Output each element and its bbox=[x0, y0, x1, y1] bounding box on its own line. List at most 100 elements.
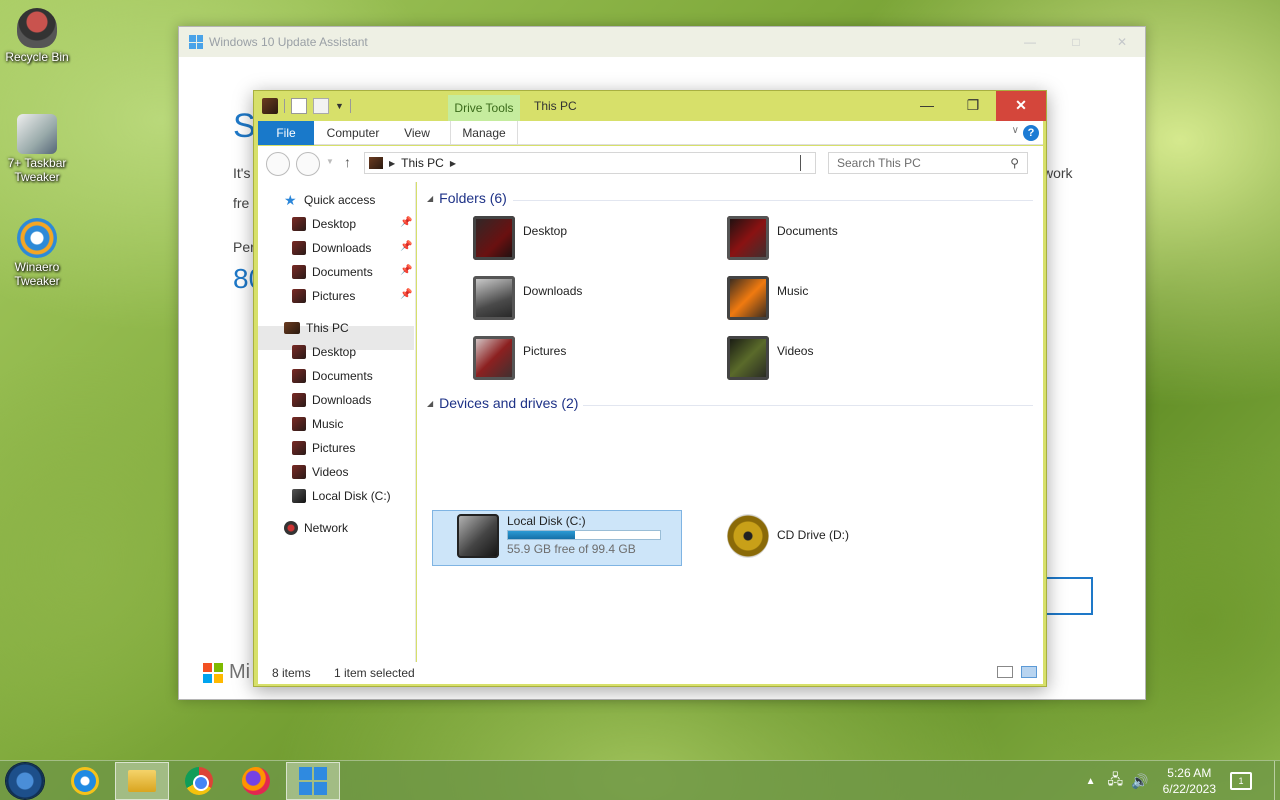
documents-folder-icon bbox=[727, 216, 769, 260]
nav-item-documents[interactable]: Documents bbox=[292, 261, 373, 283]
documents-folder-icon bbox=[292, 369, 306, 383]
group-header-devices[interactable]: ◢ Devices and drives (2) bbox=[427, 395, 578, 411]
folder-music[interactable]: Music bbox=[727, 276, 967, 330]
explorer-titlebar[interactable]: ▼ Drive Tools This PC — ❐ ✕ bbox=[254, 91, 1046, 121]
show-desktop-button[interactable] bbox=[1274, 761, 1280, 800]
collapse-triangle-icon[interactable]: ◢ bbox=[427, 399, 433, 408]
network-tray-icon[interactable]: 🖧 bbox=[1108, 769, 1124, 793]
nav-item-desktop[interactable]: Desktop bbox=[292, 341, 356, 363]
breadcrumb-chevron-icon[interactable]: ▶ bbox=[389, 159, 395, 168]
minimize-button[interactable]: — bbox=[1007, 27, 1053, 57]
update-assistant-titlebar[interactable]: Windows 10 Update Assistant bbox=[179, 27, 1145, 57]
nav-item-pictures[interactable]: Pictures bbox=[292, 285, 355, 307]
folder-videos[interactable]: Videos bbox=[727, 336, 967, 390]
desktop-folder-icon bbox=[473, 216, 515, 260]
close-button[interactable]: ✕ bbox=[1099, 27, 1145, 57]
hard-drive-icon bbox=[292, 489, 306, 503]
nav-item-downloads[interactable]: Downloads bbox=[292, 389, 371, 411]
microsoft-logo: Mi bbox=[203, 661, 250, 684]
close-button[interactable]: ✕ bbox=[996, 91, 1046, 121]
breadcrumb-this-pc[interactable]: This PC bbox=[401, 156, 444, 170]
downloads-folder-icon bbox=[292, 241, 306, 255]
update-action-button[interactable] bbox=[1045, 577, 1093, 615]
nav-label: Pictures bbox=[312, 289, 356, 303]
tab-computer[interactable]: Computer bbox=[318, 121, 388, 145]
pin-icon[interactable]: 📌 bbox=[400, 289, 412, 300]
file-explorer-window[interactable]: ▼ Drive Tools This PC — ❐ ✕ File Compute… bbox=[253, 90, 1047, 687]
search-input[interactable]: Search This PC ⚲ bbox=[828, 152, 1028, 174]
taskbar-file-explorer[interactable] bbox=[115, 762, 169, 800]
large-icons-view-icon[interactable] bbox=[1021, 666, 1037, 678]
nav-label: Desktop bbox=[312, 345, 357, 359]
properties-icon[interactable] bbox=[291, 98, 307, 114]
nav-item-documents[interactable]: Documents bbox=[292, 365, 373, 387]
help-icon[interactable]: ? bbox=[1023, 125, 1039, 141]
action-center-icon[interactable]: 1 bbox=[1230, 772, 1252, 790]
drive-local-disk-c[interactable]: Local Disk (C:) 55.9 GB free of 99.4 GB bbox=[457, 514, 687, 562]
desktop-icon-recycle-bin[interactable]: Recycle Bin bbox=[4, 8, 70, 64]
breadcrumb-chevron-icon[interactable]: ▶ bbox=[450, 159, 456, 168]
forward-button[interactable] bbox=[296, 152, 320, 176]
show-hidden-icons-icon[interactable]: ▲ bbox=[1086, 776, 1096, 787]
content-pane: ◢ Folders (6) Desktop Documents Download… bbox=[417, 182, 1043, 662]
nav-item-local-disk[interactable]: Local Disk (C:) bbox=[292, 485, 391, 507]
desktop-icon-taskbar-tweaker[interactable]: 7+ Taskbar Tweaker bbox=[4, 114, 70, 184]
folder-downloads[interactable]: Downloads bbox=[473, 276, 713, 330]
drive-cd-d[interactable]: CD Drive (D:) bbox=[727, 514, 849, 558]
minimize-button[interactable]: — bbox=[904, 91, 950, 121]
tab-file[interactable]: File bbox=[258, 121, 314, 145]
up-arrow-icon[interactable]: ↑ bbox=[344, 154, 351, 170]
maximize-button[interactable]: ❐ bbox=[950, 91, 996, 121]
group-header-folders[interactable]: ◢ Folders (6) bbox=[427, 190, 507, 206]
explorer-title: This PC bbox=[534, 99, 577, 113]
group-header-label: Devices and drives (2) bbox=[439, 395, 579, 411]
this-pc-icon[interactable] bbox=[262, 98, 278, 114]
folder-label: Videos bbox=[777, 344, 814, 358]
expand-ribbon-icon[interactable]: ∨ bbox=[1012, 125, 1019, 136]
folder-documents[interactable]: Documents bbox=[727, 216, 967, 270]
drive-tools-context-tab[interactable]: Drive Tools bbox=[448, 95, 520, 121]
documents-folder-icon bbox=[292, 265, 306, 279]
drive-name: Local Disk (C:) bbox=[507, 514, 586, 528]
folder-pictures[interactable]: Pictures bbox=[473, 336, 713, 390]
nav-item-this-pc[interactable]: This PC bbox=[284, 317, 349, 339]
nav-item-quick-access[interactable]: ★ Quick access bbox=[284, 189, 375, 211]
taskbar-firefox[interactable] bbox=[229, 762, 283, 800]
tab-view[interactable]: View bbox=[394, 121, 440, 145]
nav-item-videos[interactable]: Videos bbox=[292, 461, 348, 483]
address-row: ▼ ↑ ▶ This PC ▶ Search This PC ⚲ bbox=[258, 146, 1043, 182]
pin-icon[interactable]: 📌 bbox=[400, 265, 412, 276]
address-bar[interactable]: ▶ This PC ▶ bbox=[364, 152, 816, 174]
ribbon-tabs: File Computer View Manage ∨ ? bbox=[258, 121, 1043, 145]
nav-item-downloads[interactable]: Downloads bbox=[292, 237, 371, 259]
details-view-icon[interactable] bbox=[997, 666, 1013, 678]
nav-item-network[interactable]: Network bbox=[284, 517, 348, 539]
new-folder-icon[interactable] bbox=[313, 98, 329, 114]
maximize-button[interactable]: □ bbox=[1053, 27, 1099, 57]
collapse-triangle-icon[interactable]: ◢ bbox=[427, 194, 433, 203]
recent-locations-icon[interactable]: ▼ bbox=[326, 157, 334, 166]
desktop-icon-winaero-tweaker[interactable]: Winaero Tweaker bbox=[4, 218, 70, 288]
nav-item-pictures[interactable]: Pictures bbox=[292, 437, 355, 459]
folder-desktop[interactable]: Desktop bbox=[473, 216, 713, 270]
clock[interactable]: 5:26 AM 6/22/2023 bbox=[1163, 765, 1216, 797]
body-text: It's bbox=[233, 165, 251, 181]
videos-folder-icon bbox=[727, 336, 769, 380]
start-button[interactable] bbox=[6, 763, 44, 799]
nav-label: Downloads bbox=[312, 393, 372, 407]
volume-icon[interactable]: 🔊 bbox=[1131, 773, 1148, 790]
pin-icon[interactable]: 📌 bbox=[400, 241, 412, 252]
nav-label: Downloads bbox=[312, 241, 372, 255]
tab-manage[interactable]: Manage bbox=[450, 121, 518, 145]
taskbar-internet-explorer[interactable] bbox=[58, 762, 112, 800]
nav-item-music[interactable]: Music bbox=[292, 413, 343, 435]
taskbar-chrome[interactable] bbox=[172, 762, 226, 800]
pin-icon[interactable]: 📌 bbox=[400, 217, 412, 228]
back-button[interactable] bbox=[266, 152, 290, 176]
nav-item-desktop[interactable]: Desktop bbox=[292, 213, 356, 235]
taskbar-windows-update[interactable] bbox=[286, 762, 340, 800]
search-icon: ⚲ bbox=[1010, 156, 1019, 170]
star-icon: ★ bbox=[284, 192, 297, 208]
drive-name: CD Drive (D:) bbox=[777, 528, 849, 542]
customize-toolbar-icon[interactable]: ▼ bbox=[335, 101, 344, 111]
